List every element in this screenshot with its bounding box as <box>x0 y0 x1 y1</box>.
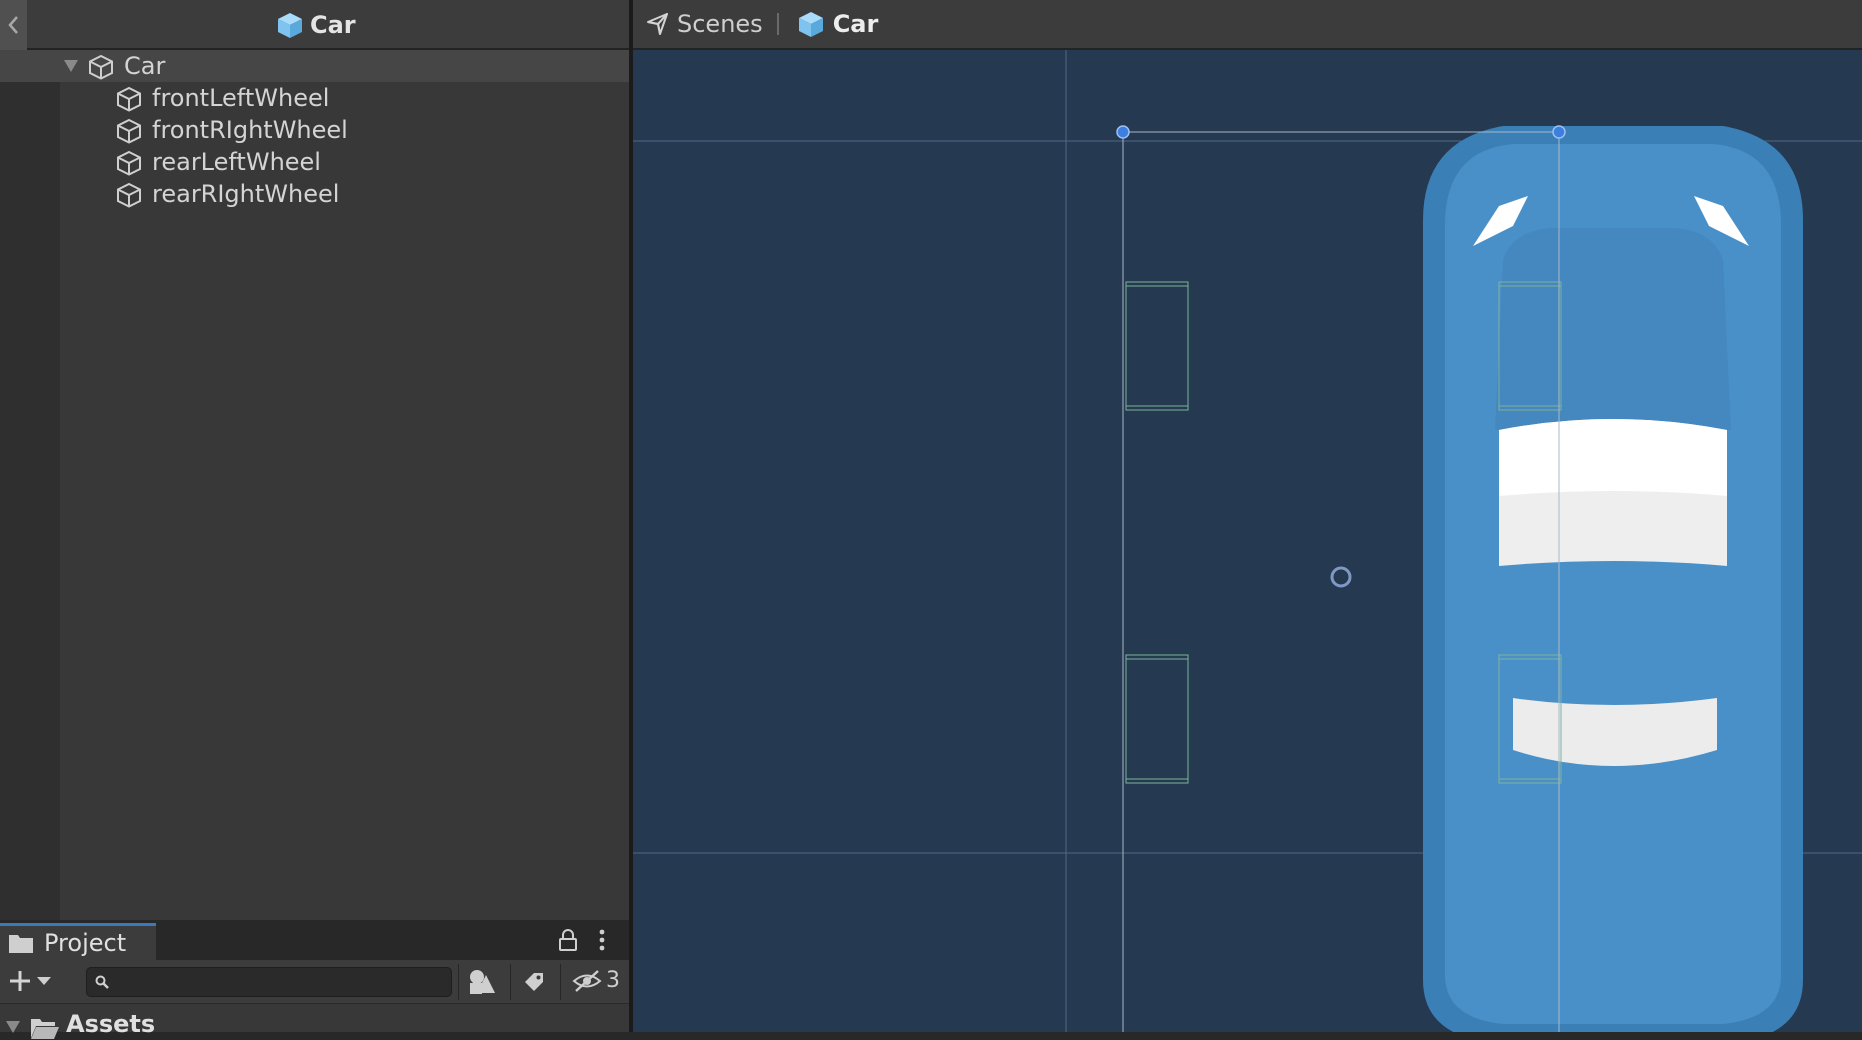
project-tab-bar: Project <box>0 920 629 960</box>
search-input[interactable] <box>115 970 449 996</box>
toolbar-divider <box>560 964 561 1000</box>
tree-item-label: rearLeftWheel <box>152 148 321 176</box>
car-wheel-rear-left-box[interactable] <box>1125 658 1189 784</box>
chevron-down-icon <box>37 977 51 985</box>
gameobject-cube-icon <box>117 118 141 144</box>
tree-item-label: frontLeftWheel <box>152 84 330 112</box>
open-folder-icon <box>31 1019 59 1039</box>
resize-handle-top-left[interactable] <box>1116 125 1130 139</box>
assets-label: Assets <box>66 1010 156 1038</box>
hidden-packages-toggle[interactable]: 3 <box>572 968 620 993</box>
hidden-count: 3 <box>606 968 620 993</box>
search-icon <box>95 975 109 989</box>
unity-logo-icon <box>647 13 668 35</box>
tree-item-rear-left-wheel[interactable]: rearLeftWheel <box>0 146 629 178</box>
search-by-type-icon[interactable] <box>468 969 496 995</box>
scene-view[interactable] <box>633 50 1862 1032</box>
plus-icon <box>10 971 30 991</box>
create-dropdown-button[interactable] <box>8 969 52 993</box>
lock-icon[interactable] <box>558 929 578 951</box>
breadcrumb-scenes[interactable]: Scenes <box>645 10 763 38</box>
breadcrumb-separator <box>776 13 779 35</box>
scene-header: Scenes Car <box>633 0 1862 50</box>
tree-item-label: frontRIghtWheel <box>152 116 348 144</box>
tab-project-label: Project <box>44 929 127 957</box>
car-wheel-front-left-box[interactable] <box>1125 285 1189 411</box>
gameobject-cube-icon <box>117 86 141 112</box>
hierarchy-title: Car <box>276 10 356 40</box>
project-panel: Project 3 Assets <box>0 920 629 1039</box>
toolbar-divider <box>458 964 459 1000</box>
prefab-cube-icon <box>278 13 302 38</box>
scene-canvas[interactable] <box>633 50 1862 1032</box>
tree-item-rear-right-wheel[interactable]: rearRIghtWheel <box>0 178 629 210</box>
front-left-wheel-gizmo[interactable] <box>1125 281 1189 407</box>
rear-window <box>1513 698 1717 766</box>
search-field[interactable] <box>86 967 452 997</box>
tree-item-front-right-wheel[interactable]: frontRIghtWheel <box>0 114 629 146</box>
hierarchy-tree: Car frontLeftWheel frontRIghtWheel rearL… <box>0 50 629 210</box>
tree-item-label: Car <box>124 52 166 80</box>
windshield-highlight <box>1499 419 1727 496</box>
gameobject-cube-icon <box>89 54 113 80</box>
hierarchy-header: Car <box>0 0 629 50</box>
car-sprite[interactable] <box>1423 126 1803 1032</box>
folder-icon <box>9 935 33 953</box>
hierarchy-panel: Car Car frontLeftWheel frontRIghtWheel r… <box>0 0 629 920</box>
foldout-expanded-icon[interactable] <box>63 59 79 73</box>
tree-item-label: rearRIghtWheel <box>152 180 340 208</box>
prefab-cube-icon <box>798 12 823 37</box>
breadcrumb-car[interactable]: Car <box>797 10 879 38</box>
search-by-label-icon[interactable] <box>522 970 546 994</box>
rear-left-wheel-gizmo[interactable] <box>1125 654 1189 780</box>
breadcrumb: Scenes Car <box>645 8 878 40</box>
tab-project[interactable]: Project <box>0 923 156 960</box>
chevron-left-icon <box>7 16 18 34</box>
gameobject-cube-icon <box>117 150 141 176</box>
car-roof-shade <box>1495 228 1731 430</box>
project-toolbar: 3 <box>0 960 629 1004</box>
gameobject-cube-icon <box>117 182 141 208</box>
tree-item-front-left-wheel[interactable]: frontLeftWheel <box>0 82 629 114</box>
more-options-icon[interactable] <box>596 928 608 952</box>
tree-item-car[interactable]: Car <box>0 50 629 82</box>
toolbar-divider <box>510 964 511 1000</box>
breadcrumb-scenes-label: Scenes <box>677 10 763 38</box>
breadcrumb-car-label: Car <box>832 10 879 38</box>
resize-handle-top-right[interactable] <box>1552 125 1566 139</box>
pivot-handle[interactable] <box>1330 566 1352 588</box>
back-button[interactable] <box>0 0 27 50</box>
hierarchy-title-label: Car <box>310 11 356 39</box>
eye-slash-icon <box>572 969 602 992</box>
